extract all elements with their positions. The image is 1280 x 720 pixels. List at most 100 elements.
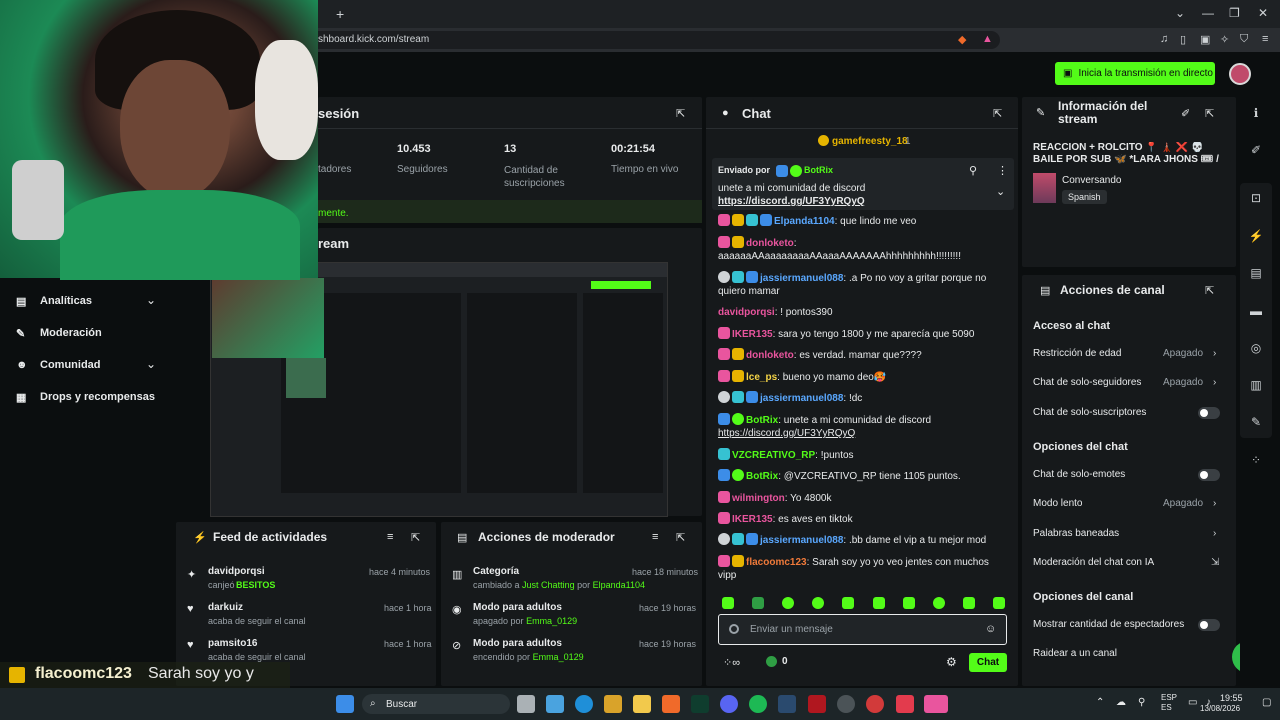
maximize-button[interactable]: ❐ — [1229, 6, 1240, 20]
setting-slow-mode[interactable]: Modo lento — [1033, 498, 1082, 509]
clock[interactable]: 19:55 — [1220, 693, 1243, 704]
edge-icon[interactable] — [575, 695, 593, 713]
more-icon[interactable]: ⋮ — [997, 164, 1008, 177]
emoji-icon[interactable]: ☺ — [985, 623, 996, 635]
subs-only-toggle[interactable] — [1198, 407, 1220, 419]
pinned-by-user[interactable]: BotRix — [804, 165, 833, 175]
keyboard-lang[interactable]: ESP ES — [1161, 693, 1177, 713]
widgets-icon[interactable] — [546, 695, 564, 713]
chat-link[interactable]: https://discord.gg/UF3YyRQyQ — [718, 427, 1008, 441]
close-window-button[interactable]: ✕ — [1258, 6, 1268, 20]
new-tab-button[interactable]: + — [336, 6, 344, 22]
chevron-right-icon[interactable]: › — [1213, 498, 1216, 509]
emote-icon[interactable] — [722, 597, 734, 609]
emote-icon[interactable] — [962, 597, 975, 609]
setting-age-restriction[interactable]: Restricción de edad — [1033, 348, 1121, 359]
wrench-icon[interactable]: ✎ — [1247, 415, 1265, 433]
explorer-icon[interactable] — [633, 695, 651, 713]
media-icon[interactable]: ♫ — [1160, 33, 1168, 45]
target-icon[interactable]: ⊡ — [1247, 191, 1265, 209]
activity-user[interactable]: pamsito16 — [208, 638, 257, 649]
steam-icon[interactable] — [778, 695, 796, 713]
edit-icon[interactable]: ✐ — [1247, 143, 1265, 161]
expand-icon[interactable]: ⇱ — [676, 107, 685, 120]
points-icon[interactable] — [766, 656, 777, 667]
spotify-icon[interactable] — [749, 695, 767, 713]
url-text[interactable]: shboard.kick.com/stream — [318, 34, 429, 45]
edit-icon[interactable]: ✐ — [1181, 107, 1190, 120]
gear-icon[interactable]: ⚙ — [946, 655, 957, 669]
app-icon[interactable] — [896, 695, 914, 713]
go-live-button[interactable]: ▣ Inicia la transmisión en directo — [1055, 62, 1215, 85]
wallet-icon[interactable]: ▣ — [1200, 33, 1210, 46]
sidebar-icon[interactable]: ▯ — [1180, 33, 1186, 46]
emote-icon[interactable] — [752, 597, 765, 609]
menu-icon[interactable]: ≡ — [1262, 33, 1268, 45]
bolt-icon[interactable]: ⚡ — [1247, 229, 1265, 247]
notification-icon[interactable]: ▢ — [1262, 697, 1271, 708]
emote-icon[interactable] — [872, 597, 885, 609]
expand-icon[interactable]: ⇱ — [1205, 284, 1214, 297]
emote-icon[interactable] — [782, 597, 795, 609]
expand-icon[interactable]: ⇱ — [1205, 107, 1214, 120]
activity-user[interactable]: darkuiz — [208, 602, 243, 613]
ai-icon[interactable]: ✧ — [1220, 33, 1229, 46]
expand-icon[interactable]: ⇱ — [411, 531, 420, 544]
mic-icon[interactable]: ⚲ — [1138, 697, 1145, 708]
external-link-icon[interactable]: ⇲ — [1211, 557, 1219, 568]
expand-icon[interactable]: ⇱ — [676, 531, 685, 544]
app-icon[interactable] — [691, 695, 709, 713]
chevron-right-icon[interactable]: › — [1213, 528, 1216, 539]
avatar[interactable] — [1229, 63, 1251, 85]
setting-banned-words[interactable]: Palabras baneadas — [1033, 528, 1119, 539]
chat-input[interactable]: Enviar un mensaje — [750, 624, 833, 635]
users-icon[interactable]: ⁘∞ — [723, 656, 740, 669]
filter-icon[interactable]: ≡ — [387, 531, 393, 543]
gifter-name[interactable]: gamefreesty_18 — [832, 136, 908, 147]
pin-icon[interactable]: ⚲ — [969, 164, 977, 177]
store-icon[interactable] — [604, 695, 622, 713]
chevron-down-icon[interactable]: ⌄ — [1175, 6, 1185, 20]
chat-icon[interactable]: ▬ — [1247, 304, 1265, 322]
emote-icon[interactable] — [992, 597, 1005, 609]
show-viewers-toggle[interactable] — [1198, 619, 1220, 631]
windows-start-icon[interactable] — [336, 695, 354, 713]
chevron-right-icon[interactable]: › — [1213, 377, 1216, 388]
chevron-right-icon[interactable]: › — [1213, 348, 1216, 359]
minimize-button[interactable]: — — [1202, 6, 1214, 20]
pinned-link[interactable]: https://discord.gg/UF3YyRQyQ — [718, 196, 865, 207]
info-icon[interactable]: ℹ — [1247, 106, 1265, 124]
obs-icon[interactable] — [837, 695, 855, 713]
layout-icon[interactable]: ▥ — [1247, 378, 1265, 396]
chevron-down-icon[interactable]: ⌄ — [996, 185, 1005, 198]
brave-icon[interactable] — [662, 695, 680, 713]
chevron-down-icon[interactable]: ⌄ — [146, 293, 156, 307]
emote-icon[interactable] — [842, 597, 855, 609]
emote-icon[interactable] — [902, 597, 915, 609]
setting-raid[interactable]: Raidear a un canal — [1033, 648, 1117, 659]
broadcast-icon[interactable]: ◎ — [1247, 341, 1265, 359]
app-icon[interactable] — [808, 695, 826, 713]
emote-icon[interactable] — [812, 597, 825, 609]
network-icon[interactable]: ▭ — [1188, 697, 1197, 708]
taskbar-search[interactable] — [362, 694, 510, 714]
category-name[interactable]: Conversando — [1062, 175, 1121, 186]
brave-shield-icon[interactable]: ◆ — [958, 33, 966, 46]
send-button[interactable]: Chat — [969, 653, 1007, 672]
notes-icon[interactable]: ▤ — [1247, 266, 1265, 284]
emote-icon[interactable] — [932, 597, 945, 609]
expand-icon[interactable]: ⇱ — [993, 107, 1002, 120]
cloud-icon[interactable]: ☁ — [1116, 697, 1126, 708]
discord-icon[interactable] — [720, 695, 738, 713]
tray-chevron-icon[interactable]: ⌃ — [1096, 697, 1104, 708]
emotes-only-toggle[interactable] — [1198, 469, 1220, 481]
users-icon[interactable]: ⁘ — [1247, 453, 1265, 471]
vpn-icon[interactable]: ⛉ — [1240, 33, 1248, 46]
filter-icon[interactable]: ≡ — [652, 531, 658, 543]
rewards-icon[interactable]: ▲ — [982, 33, 993, 45]
app-icon[interactable] — [866, 695, 884, 713]
tiktok-icon[interactable] — [924, 695, 948, 713]
setting-ai-moderation[interactable]: Moderación del chat con IA — [1033, 557, 1154, 568]
task-view-icon[interactable] — [517, 695, 535, 713]
chevron-down-icon[interactable]: ⌄ — [146, 357, 156, 371]
